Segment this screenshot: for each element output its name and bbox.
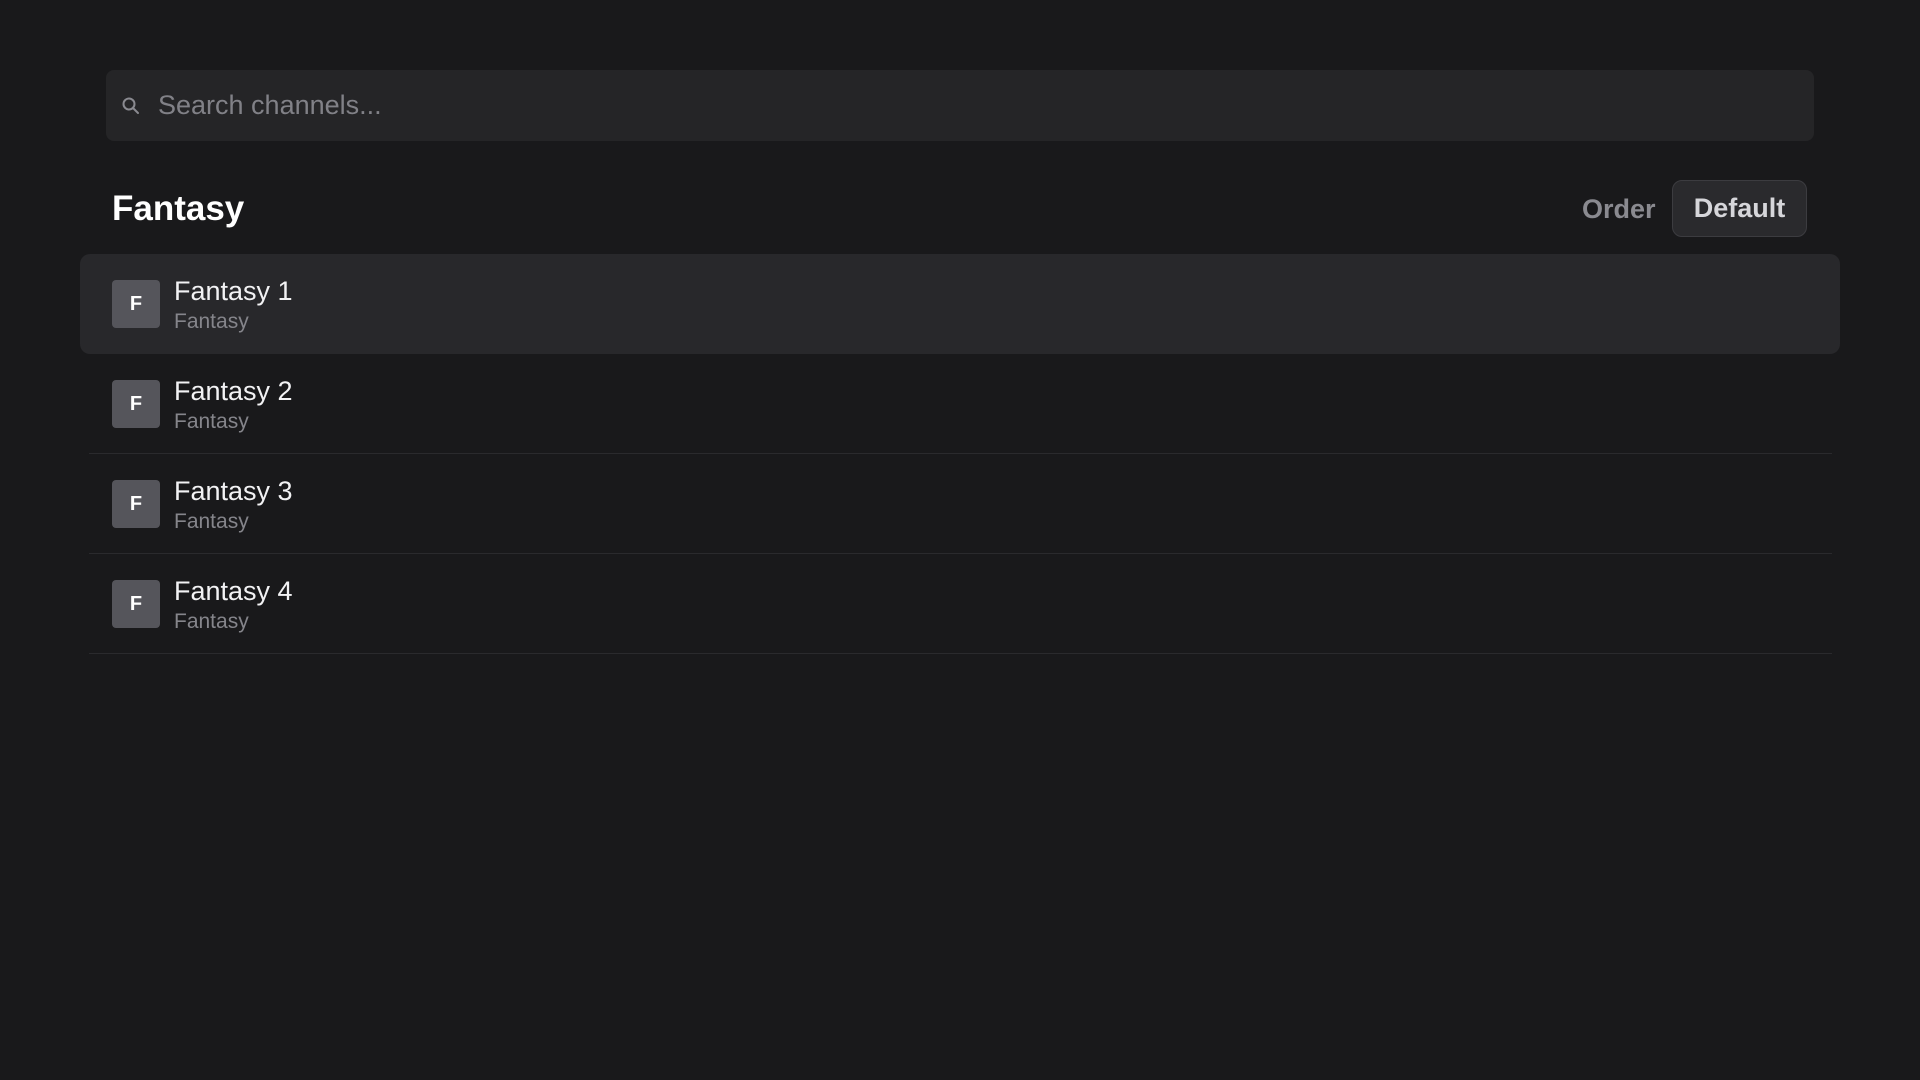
channel-row-2[interactable]: F Fantasy 2 Fantasy <box>80 354 1840 454</box>
channel-row-1[interactable]: F Fantasy 1 Fantasy <box>80 254 1840 354</box>
row-divider <box>89 653 1832 654</box>
channel-category: Fantasy <box>174 610 249 633</box>
search-icon <box>121 96 141 116</box>
channel-row-3[interactable]: F Fantasy 3 Fantasy <box>80 454 1840 554</box>
channel-name: Fantasy 1 <box>174 276 293 306</box>
channel-avatar: F <box>112 480 160 528</box>
channel-avatar: F <box>112 380 160 428</box>
channel-category: Fantasy <box>174 410 249 433</box>
search-input[interactable] <box>158 70 1798 141</box>
channel-category: Fantasy <box>174 510 249 533</box>
search-bar[interactable] <box>106 70 1814 141</box>
channel-avatar: F <box>112 280 160 328</box>
channel-name: Fantasy 2 <box>174 376 293 406</box>
order-label: Order <box>1582 194 1656 224</box>
channel-avatar: F <box>112 580 160 628</box>
section-title: Fantasy <box>112 189 245 228</box>
page: Fantasy Order Default F Fantasy 1 Fantas… <box>0 0 1920 1080</box>
channel-name: Fantasy 4 <box>174 576 293 606</box>
channel-row-4[interactable]: F Fantasy 4 Fantasy <box>80 554 1840 654</box>
channel-name: Fantasy 3 <box>174 476 293 506</box>
channel-list: F Fantasy 1 Fantasy F Fantasy 2 Fantasy … <box>80 254 1840 654</box>
order-select-button[interactable]: Default <box>1672 180 1807 237</box>
channel-category: Fantasy <box>174 310 249 333</box>
